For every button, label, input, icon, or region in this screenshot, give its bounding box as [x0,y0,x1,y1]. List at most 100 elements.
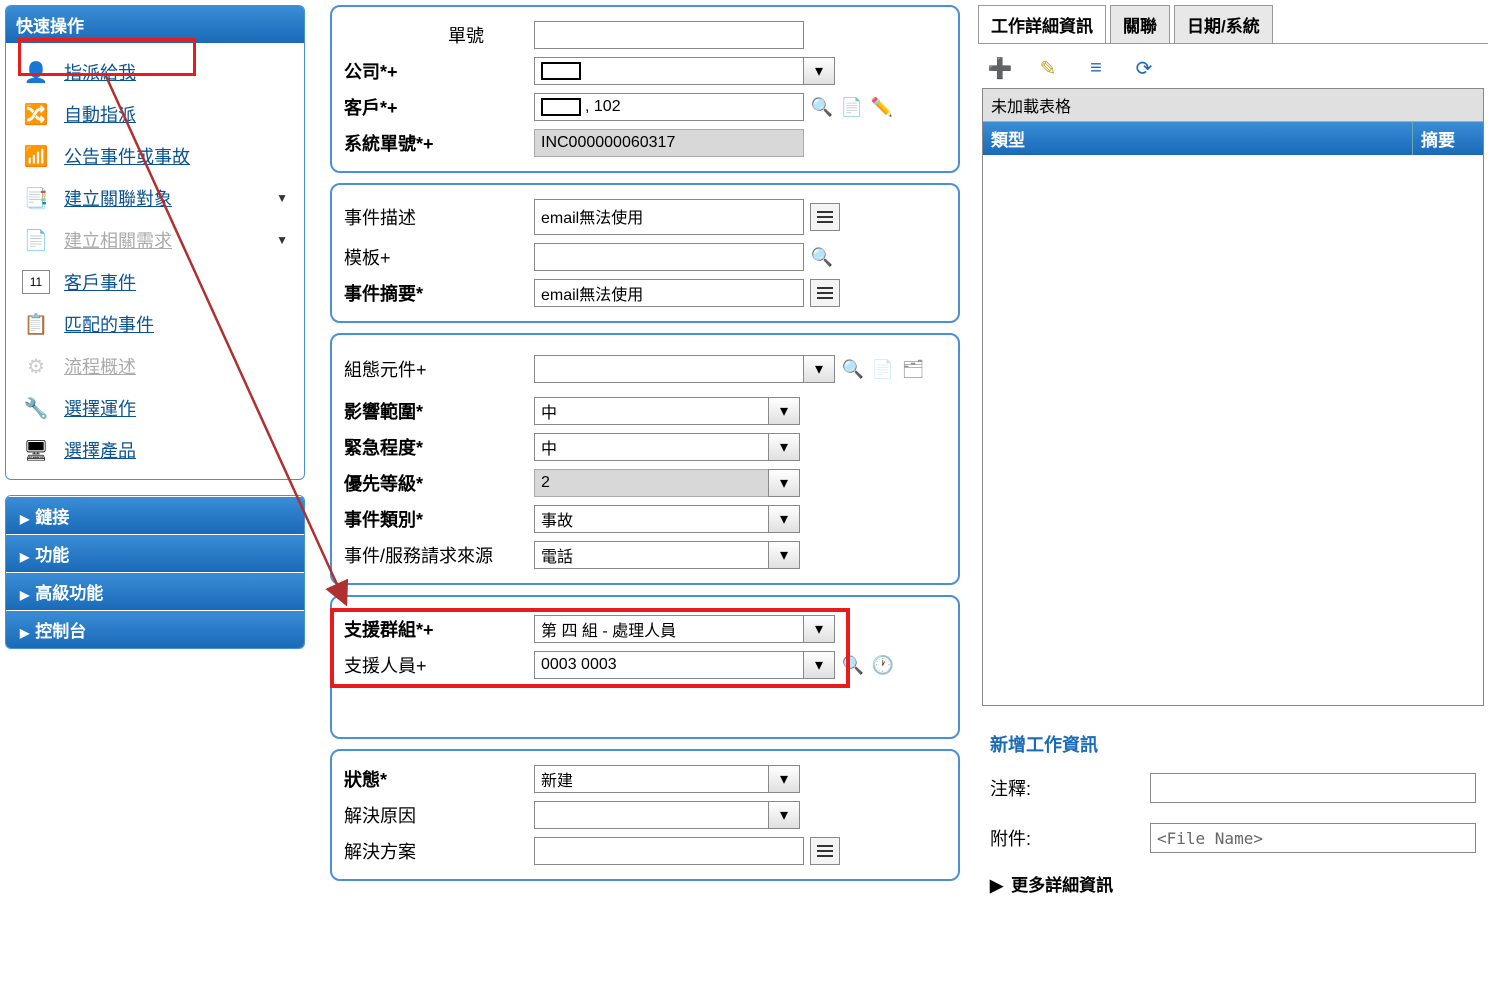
summary-menu-icon[interactable] [810,279,840,307]
qa-announce[interactable]: 📶 公告事件或事故 [6,135,304,177]
status-dropdown[interactable]: ▾ [768,765,800,793]
nav-functions[interactable]: ▶功能 [6,534,304,572]
add-work-info-header: 新增工作資訊 [986,725,1480,763]
summary-input[interactable] [534,279,804,307]
select-op-icon: 🔧 [22,396,50,420]
priority-dropdown[interactable]: ▾ [768,469,800,497]
calendar-icon: 11 [22,270,50,294]
ci-dropdown[interactable]: ▾ [803,355,835,383]
summary-label: 事件摘要* [344,280,534,306]
company-input[interactable] [534,57,804,85]
search-icon[interactable]: 🔍 [841,357,865,381]
reason-dropdown[interactable]: ▾ [768,801,800,829]
source-input[interactable] [534,541,769,569]
edit-icon[interactable]: ✏️ [870,95,894,119]
sysid-input [534,129,804,157]
nav-links[interactable]: ▶鏈接 [6,496,304,534]
add-work-info: 新增工作資訊 注釋: 附件: ▶更多詳細資訊 [978,721,1488,908]
form-status-panel: 狀態* ▾ 解決原因 ▾ 解決方案 [330,749,960,881]
status-input[interactable] [534,765,769,793]
view-icon[interactable]: 📄 [871,357,895,381]
impact-input[interactable] [534,397,769,425]
desc-menu-icon[interactable] [810,203,840,231]
person-input[interactable] [534,651,804,679]
customer-label: 客戶*+ [344,94,534,120]
add-doc-icon: 📄 [22,228,50,252]
type-dropdown[interactable]: ▾ [768,505,800,533]
nav-advanced[interactable]: ▶高級功能 [6,572,304,610]
nav-sections: ▶鏈接 ▶功能 ▶高級功能 ▶控制台 [5,495,305,649]
impact-dropdown[interactable]: ▾ [768,397,800,425]
tree-icon[interactable]: 🗂 [901,357,925,381]
type-input[interactable] [534,505,769,533]
refresh-icon[interactable]: ⟳ [1132,56,1156,80]
search-icon[interactable]: 🔍 [810,245,834,269]
qa-select-product[interactable]: 🖥 選擇產品 [6,429,304,471]
add-icon[interactable]: ➕ [988,56,1012,80]
qa-auto-assign[interactable]: 🔀 自動指派 [6,93,304,135]
quick-actions-panel: 快速操作 👤 指派給我 🔀 自動指派 📶 公告事件或事故 📑 建立關聯對象 ▼ … [5,5,305,480]
person-dropdown[interactable]: ▾ [803,651,835,679]
solution-menu-icon[interactable] [810,837,840,865]
clock-icon[interactable]: 🕐 [871,653,895,677]
solution-label: 解決方案 [344,838,534,864]
note-input[interactable] [1150,773,1476,803]
id-label: 單號 [344,22,534,48]
attach-label: 附件: [990,825,1150,851]
company-dropdown[interactable]: ▾ [803,57,835,85]
tab-relation[interactable]: 關聯 [1110,5,1170,43]
qa-assign-to-me[interactable]: 👤 指派給我 [6,51,304,93]
reason-input[interactable] [534,801,769,829]
form-identity-panel: 單號 公司*+ ▾ 客戶*+ , 102 🔍 📄 ✏️ 系統單號*+ [330,5,960,173]
flow-icon: ⚙ [22,354,50,378]
nav-console[interactable]: ▶控制台 [6,610,304,648]
template-label: 模板+ [344,244,534,270]
chevron-down-icon: ▼ [276,233,288,247]
col-type[interactable]: 類型 [983,122,1413,155]
solution-input[interactable] [534,837,804,865]
attach-input[interactable] [1150,823,1476,853]
priority-label: 優先等級* [344,470,534,496]
col-summary[interactable]: 摘要 [1413,122,1483,155]
tab-date-system[interactable]: 日期/系統 [1174,5,1273,43]
ci-input[interactable] [534,355,804,383]
urgency-dropdown[interactable]: ▾ [768,433,800,461]
qa-flow-overview[interactable]: ⚙ 流程概述 [6,345,304,387]
table-title: 未加載表格 [983,89,1483,122]
impact-label: 影響範圍* [344,398,534,424]
group-input[interactable] [534,615,804,643]
search-icon[interactable]: 🔍 [810,95,834,119]
qa-select-operation[interactable]: 🔧 選擇運作 [6,387,304,429]
urgency-input[interactable] [534,433,769,461]
view-icon[interactable]: 📄 [840,95,864,119]
quick-actions-title: 快速操作 [6,6,304,43]
qa-customer-event[interactable]: 11 客戶事件 [6,261,304,303]
select-prod-icon: 🖥 [22,438,50,462]
person-assign-icon: 👤 [22,60,50,84]
group-dropdown[interactable]: ▾ [803,615,835,643]
chevron-down-icon: ▼ [276,191,288,205]
person-label: 支援人員+ [344,652,534,678]
more-info-toggle[interactable]: ▶更多詳細資訊 [986,863,1480,904]
group-label: 支援群組*+ [344,616,534,642]
table-body[interactable] [983,155,1483,705]
id-input[interactable] [534,21,804,49]
tab-work-detail[interactable]: 工作詳細資訊 [978,5,1106,43]
template-input[interactable] [534,243,804,271]
form-classification-panel: 組態元件+ ▾ 🔍 📄 🗂 影響範圍* ▾ 緊急程度* ▾ 優先等級* ▾ 事件… [330,333,960,585]
qa-create-relation[interactable]: 📑 建立關聯對象 ▼ [6,177,304,219]
form-description-panel: 事件描述 email無法使用 模板+ 🔍 事件摘要* [330,183,960,323]
qa-match-event[interactable]: 📋 匹配的事件 [6,303,304,345]
edit-icon[interactable]: ✎ [1036,56,1060,80]
reason-label: 解決原因 [344,802,534,828]
urgency-label: 緊急程度* [344,434,534,460]
customer-input[interactable]: , 102 [534,93,804,121]
list-icon[interactable]: ≡ [1084,56,1108,80]
desc-input[interactable]: email無法使用 [534,199,804,235]
source-dropdown[interactable]: ▾ [768,541,800,569]
form-assignment-panel: 支援群組*+ ▾ 支援人員+ ▾ 🔍 🕐 [330,595,960,739]
auto-arrows-icon: 🔀 [22,102,50,126]
search-icon[interactable]: 🔍 [841,653,865,677]
qa-create-request[interactable]: 📄 建立相關需求 ▼ [6,219,304,261]
toolbar: ➕ ✎ ≡ ⟳ [978,44,1488,88]
